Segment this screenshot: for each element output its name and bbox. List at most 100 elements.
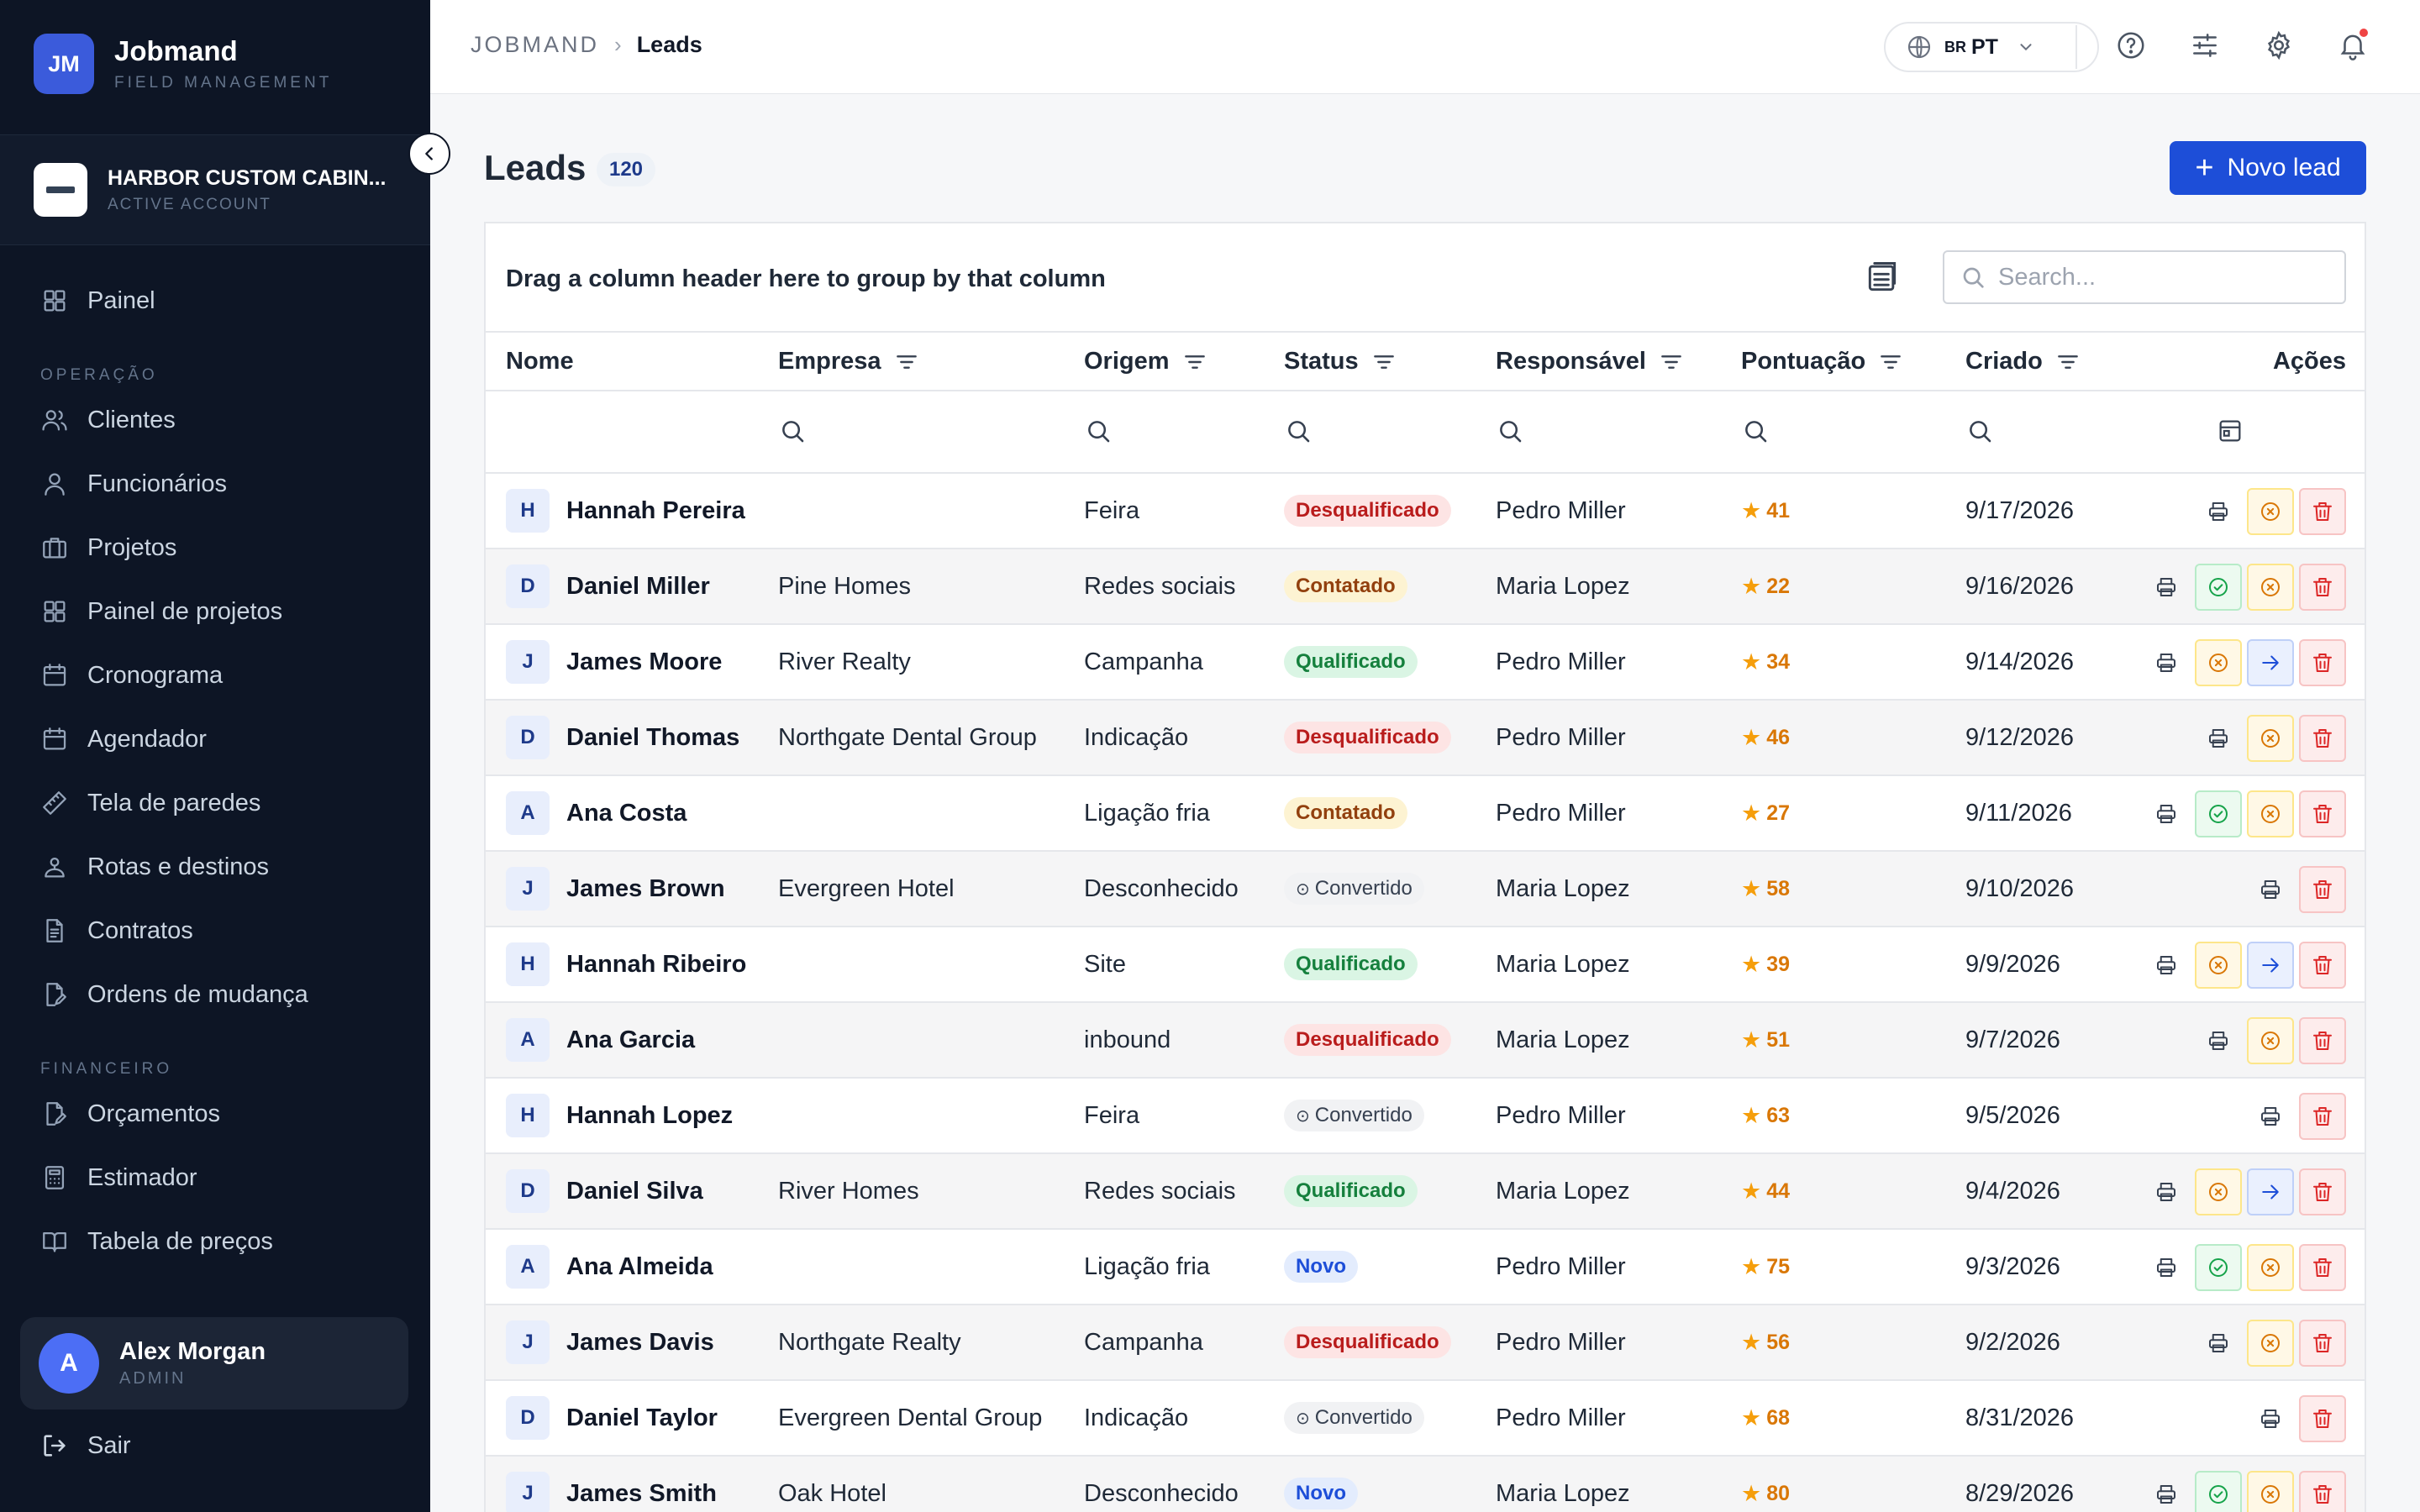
delete-button[interactable] (2299, 1320, 2346, 1367)
table-row[interactable]: J James Davis Northgate Realty Campanha … (486, 1305, 2365, 1381)
delete-button[interactable] (2299, 942, 2346, 989)
notifications-button[interactable] (2334, 27, 2371, 64)
sidebar-item-tela-de-paredes[interactable]: Tela de paredes (0, 771, 430, 835)
table-row[interactable]: H Hannah Ribeiro Site Qualificado Maria … (486, 927, 2365, 1003)
group-panel[interactable]: Drag a column header here to group by th… (486, 223, 2365, 333)
column-header-empresa[interactable]: Empresa (778, 348, 920, 375)
sidebar-item-or-amentos[interactable]: Orçamentos (0, 1082, 430, 1146)
delete-button[interactable] (2299, 488, 2346, 535)
table-row[interactable]: H Hannah Pereira Feira Desqualificado Pe… (486, 474, 2365, 549)
sidebar-item-ordens-de-mudan-a[interactable]: Ordens de mudança (0, 963, 430, 1026)
sidebar-item-tabela-de-pre-os[interactable]: Tabela de preços (0, 1210, 430, 1273)
print-button[interactable] (2143, 1168, 2190, 1215)
column-header-status[interactable]: Status (1284, 348, 1397, 375)
convert-button[interactable] (2247, 1168, 2294, 1215)
print-button[interactable] (2247, 866, 2294, 913)
print-button[interactable] (2143, 790, 2190, 837)
table-row[interactable]: A Ana Garcia inbound Desqualificado Mari… (486, 1003, 2365, 1079)
qualify-button[interactable] (2195, 1244, 2242, 1291)
table-row[interactable]: D Daniel Thomas Northgate Dental Group I… (486, 701, 2365, 776)
table-row[interactable]: D Daniel Silva River Homes Redes sociais… (486, 1154, 2365, 1230)
column-search-icon[interactable] (1084, 417, 1114, 447)
disqualify-button[interactable] (2247, 488, 2294, 535)
brand[interactable]: JM Jobmand FIELD MANAGEMENT (34, 34, 332, 94)
sidebar-item-agendador[interactable]: Agendador (0, 707, 430, 771)
lead-name[interactable]: Ana Almeida (566, 1253, 713, 1281)
disqualify-button[interactable] (2195, 942, 2242, 989)
lead-name[interactable]: Ana Garcia (566, 1026, 695, 1054)
sidebar-item-funcion-rios[interactable]: Funcionários (0, 452, 430, 516)
table-row[interactable]: J James Brown Evergreen Hotel Desconheci… (486, 852, 2365, 927)
lead-name[interactable]: Ana Costa (566, 800, 687, 827)
filter-icon[interactable] (893, 349, 920, 375)
column-search-icon[interactable] (1741, 417, 1771, 447)
filter-icon[interactable] (1181, 349, 1208, 375)
sidebar-item-painel-de-projetos[interactable]: Painel de projetos (0, 580, 430, 643)
delete-button[interactable] (2299, 1244, 2346, 1291)
column-search-icon[interactable] (1284, 417, 1314, 447)
sidebar-item-clientes[interactable]: Clientes (0, 388, 430, 452)
print-button[interactable] (2195, 715, 2242, 762)
disqualify-button[interactable] (2247, 790, 2294, 837)
lead-name[interactable]: Daniel Thomas (566, 724, 739, 752)
column-search-icon[interactable] (1496, 417, 1526, 447)
filter-icon[interactable] (1658, 349, 1685, 375)
disqualify-button[interactable] (2195, 1168, 2242, 1215)
delete-button[interactable] (2299, 564, 2346, 611)
column-header-nome[interactable]: Nome (506, 348, 574, 375)
user-card[interactable]: A Alex Morgan ADMIN (20, 1317, 408, 1410)
lead-name[interactable]: Hannah Lopez (566, 1102, 733, 1130)
help-button[interactable] (2112, 27, 2149, 64)
column-search-icon[interactable] (778, 417, 808, 447)
disqualify-button[interactable] (2247, 1320, 2294, 1367)
table-row[interactable]: A Ana Costa Ligação fria Contatado Pedro… (486, 776, 2365, 852)
grid-search[interactable] (1943, 250, 2346, 304)
collapse-sidebar-button[interactable] (408, 133, 450, 175)
lead-name[interactable]: James Brown (566, 875, 725, 903)
delete-button[interactable] (2299, 866, 2346, 913)
new-lead-button[interactable]: + Novo lead (2170, 141, 2366, 195)
filter-icon[interactable] (1877, 349, 1904, 375)
disqualify-button[interactable] (2247, 564, 2294, 611)
column-search-icon[interactable] (1965, 417, 1996, 447)
sidebar-item-cronograma[interactable]: Cronograma (0, 643, 430, 707)
lead-name[interactable]: James Moore (566, 648, 722, 676)
logout-button[interactable]: Sair (40, 1431, 131, 1460)
lead-name[interactable]: Daniel Miller (566, 573, 710, 601)
column-chooser-icon[interactable] (1864, 259, 1901, 296)
account-switcher[interactable]: HARBOR CUSTOM CABIN... ACTIVE ACCOUNT (0, 134, 430, 245)
filter-icon[interactable] (2054, 349, 2081, 375)
table-row[interactable]: D Daniel Taylor Evergreen Dental Group I… (486, 1381, 2365, 1457)
lead-name[interactable]: Daniel Silva (566, 1178, 703, 1205)
grid-search-input[interactable] (1998, 263, 2317, 291)
delete-button[interactable] (2299, 790, 2346, 837)
disqualify-button[interactable] (2195, 639, 2242, 686)
table-row[interactable]: D Daniel Miller Pine Homes Redes sociais… (486, 549, 2365, 625)
print-button[interactable] (2143, 1471, 2190, 1512)
delete-button[interactable] (2299, 1471, 2346, 1512)
breadcrumb-root[interactable]: JOBMAND (471, 32, 599, 58)
sidebar-item-estimador[interactable]: Estimador (0, 1146, 430, 1210)
delete-button[interactable] (2299, 715, 2346, 762)
qualify-button[interactable] (2195, 1471, 2242, 1512)
lead-name[interactable]: James Smith (566, 1480, 717, 1508)
print-button[interactable] (2247, 1093, 2294, 1140)
column-header-origem[interactable]: Origem (1084, 348, 1208, 375)
column-header-responsavel[interactable]: Responsável (1496, 348, 1685, 375)
lead-name[interactable]: James Davis (566, 1329, 714, 1357)
date-filter-icon[interactable] (2216, 417, 2246, 447)
lead-name[interactable]: Hannah Ribeiro (566, 951, 746, 979)
column-header-criado[interactable]: Criado (1965, 348, 2081, 375)
print-button[interactable] (2143, 942, 2190, 989)
filter-icon[interactable] (1370, 349, 1397, 375)
print-button[interactable] (2143, 639, 2190, 686)
lead-name[interactable]: Hannah Pereira (566, 497, 745, 525)
print-button[interactable] (2143, 564, 2190, 611)
sidebar-item-rotas-e-destinos[interactable]: Rotas e destinos (0, 835, 430, 899)
delete-button[interactable] (2299, 1168, 2346, 1215)
lead-name[interactable]: Daniel Taylor (566, 1404, 718, 1432)
convert-button[interactable] (2247, 639, 2294, 686)
settings-button[interactable] (2260, 27, 2297, 64)
print-button[interactable] (2247, 1395, 2294, 1442)
disqualify-button[interactable] (2247, 715, 2294, 762)
